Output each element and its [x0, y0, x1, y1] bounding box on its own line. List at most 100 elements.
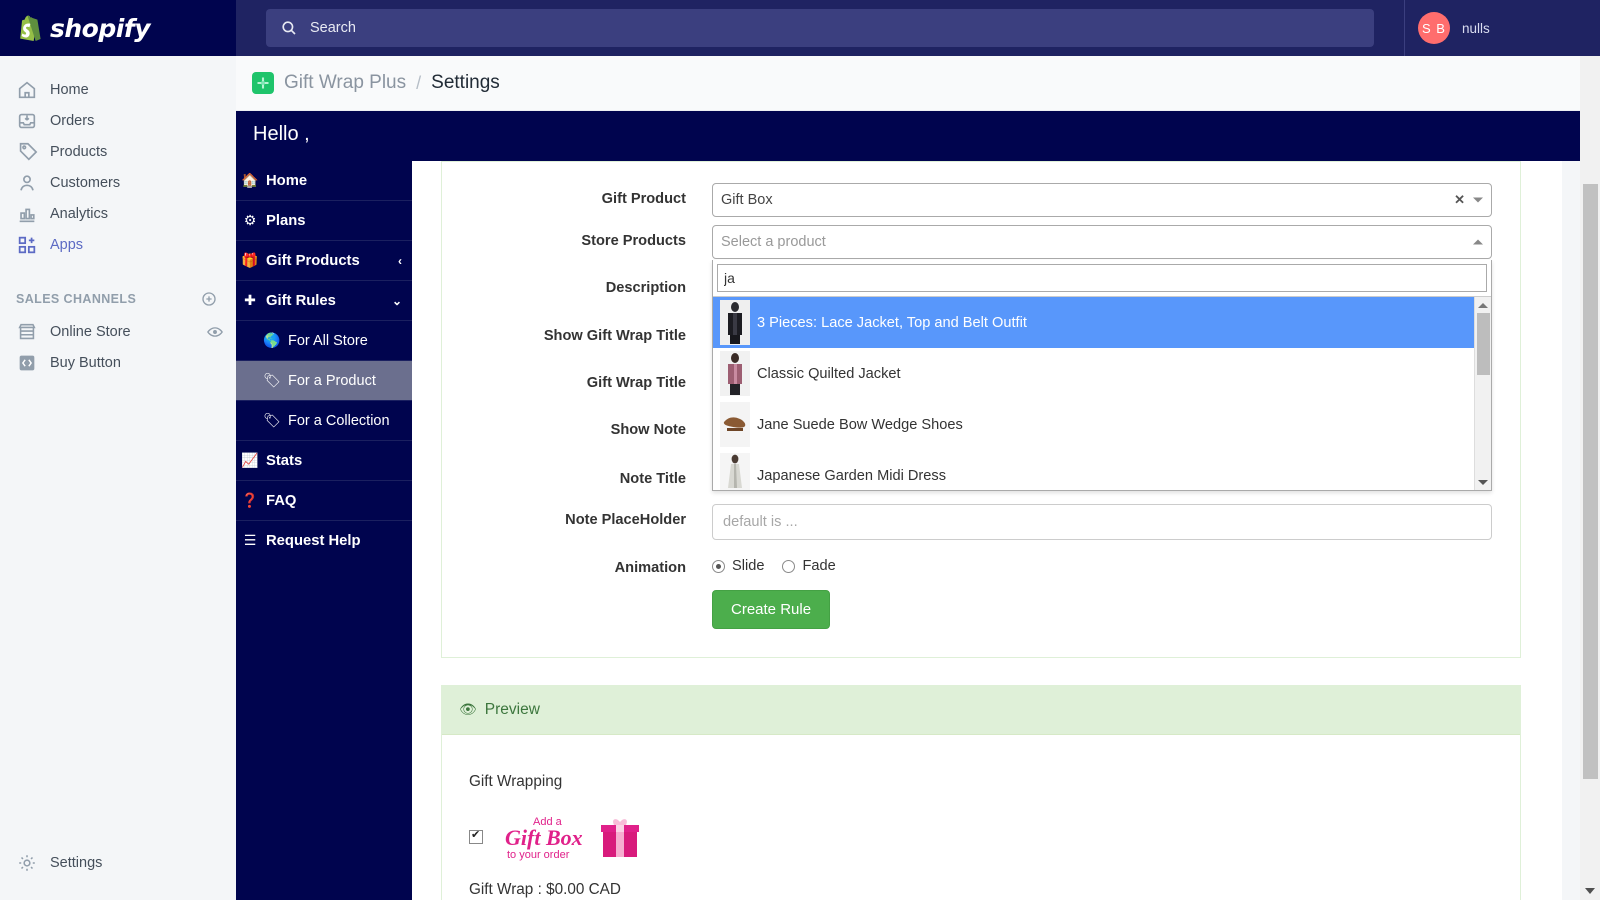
sidebar-item-label: Online Store: [50, 323, 131, 340]
topbar-divider: [1404, 0, 1405, 56]
area-chart-icon: 📈: [241, 452, 259, 469]
sidebar-item-label: Products: [50, 143, 108, 160]
gift-wrap-checkbox[interactable]: [469, 828, 483, 844]
dropdown-option[interactable]: Classic Quilted Jacket: [713, 348, 1491, 399]
sidebar-item-label: Orders: [50, 112, 95, 129]
caret-down-icon[interactable]: [1478, 480, 1488, 485]
radio-slide[interactable]: [712, 559, 725, 573]
sidebar-item-label: Analytics: [50, 205, 109, 222]
primary-nav: Home Orders Products Customers Analytics…: [0, 56, 236, 378]
code-brackets-icon: [16, 352, 38, 374]
eye-icon[interactable]: [206, 323, 224, 341]
app-nav-label: Request Help: [266, 533, 361, 549]
dropdown-option[interactable]: Jane Suede Bow Wedge Shoes: [713, 399, 1491, 450]
field-label: Show Gift Wrap Title: [543, 328, 686, 344]
chevron-down-icon[interactable]: ⌄: [392, 294, 402, 308]
x-icon[interactable]: ✕: [1454, 192, 1465, 208]
breadcrumb-app-link[interactable]: Gift Wrap Plus: [284, 72, 406, 94]
circle-plus-icon[interactable]: [200, 290, 218, 308]
app-nav-label: Plans: [266, 212, 306, 229]
animation-option-fade[interactable]: Fade: [782, 558, 836, 574]
scrollbar-thumb[interactable]: [1583, 184, 1598, 779]
home-icon: [16, 79, 38, 101]
avatar: S B: [1418, 12, 1450, 44]
app-nav-item-for-all-store[interactable]: 🌎 For All Store: [236, 321, 412, 361]
create-rule-button[interactable]: Create Rule: [712, 590, 831, 629]
apps-grid-plus-icon: [16, 234, 38, 256]
sidebar-item-settings[interactable]: Settings: [0, 852, 102, 874]
gift-icon: 🎁: [241, 252, 259, 269]
house-icon: 🏠: [241, 172, 259, 189]
app-nav-item-gift-rules[interactable]: ✚ Gift Rules ⌄: [236, 281, 412, 321]
app-nav-label: Gift Rules: [266, 292, 336, 309]
shopify-logo-bar[interactable]: shopify: [0, 0, 236, 56]
sidebar-item-buy-button[interactable]: Buy Button: [0, 347, 236, 378]
app-nav-item-plans[interactable]: ⚙ Plans: [236, 201, 412, 241]
app-nav-item-gift-products[interactable]: 🎁 Gift Products ‹: [236, 241, 412, 281]
plus-icon: ✚: [244, 292, 256, 309]
content-area: Gift Product Gift Box ✕ Store Products S…: [412, 161, 1562, 900]
gift-product-select[interactable]: Gift Box ✕: [712, 183, 1492, 217]
field-label: Animation: [614, 560, 686, 576]
store-products-select[interactable]: Select a product: [712, 225, 1492, 259]
preview-card: 👁 Preview Gift Wrapping Add a Gift Box t…: [441, 685, 1521, 900]
app-nav-item-for-a-product[interactable]: 🏷 For a Product: [236, 361, 412, 401]
search-icon: [280, 19, 298, 37]
search-input[interactable]: Search: [266, 9, 1374, 47]
product-thumb-wedge-shoes-icon: [720, 402, 750, 447]
note-placeholder-input[interactable]: [712, 504, 1492, 540]
app-sidebar: 🏠 Home ⚙ Plans 🎁 Gift Products ‹ ✚ Gift …: [236, 161, 412, 900]
caret-down-icon[interactable]: [1585, 888, 1595, 894]
dropdown-scrollbar[interactable]: [1474, 297, 1491, 490]
dropdown-option-label: Classic Quilted Jacket: [757, 365, 901, 382]
sidebar-item-label: Home: [50, 81, 89, 98]
tag-icon: 🏷: [263, 372, 281, 389]
sidebar-item-online-store[interactable]: Online Store: [0, 316, 236, 347]
field-label: Store Products: [581, 233, 686, 249]
app-nav-item-stats[interactable]: 📈 Stats: [236, 441, 412, 481]
field-gift-product: Gift Product Gift Box ✕: [442, 183, 1520, 217]
shopify-sidebar: shopify Home Orders Products Customers A…: [0, 0, 236, 900]
radio-fade[interactable]: [782, 559, 796, 573]
app-nav-item-request-help[interactable]: ☰ Request Help: [236, 521, 412, 561]
gift-box-option-row: Add a Gift Box to your order: [469, 813, 1520, 861]
app-greeting-band: Hello ,: [236, 111, 1600, 161]
field-store-products: Store Products Select a product ja 3 Pie…: [442, 225, 1520, 491]
sidebar-item-home[interactable]: Home: [0, 74, 236, 105]
sidebar-item-customers[interactable]: Customers: [0, 167, 236, 198]
chevron-left-icon[interactable]: ‹: [398, 254, 402, 268]
globe-icon: 🌎: [263, 332, 281, 349]
caret-up-icon[interactable]: [1473, 239, 1483, 245]
sidebar-settings-label: Settings: [50, 855, 103, 871]
caret-up-icon[interactable]: [1478, 303, 1488, 308]
dropdown-option[interactable]: 3 Pieces: Lace Jacket, Top and Belt Outf…: [713, 297, 1491, 348]
dropdown-option[interactable]: Japanese Garden Midi Dress: [713, 450, 1491, 490]
app-nav-item-home[interactable]: 🏠 Home: [236, 161, 412, 201]
page-scrollbar[interactable]: [1580, 56, 1600, 900]
caret-down-icon[interactable]: [1473, 197, 1483, 203]
store-products-dropdown: 3 Pieces: Lace Jacket, Top and Belt Outf…: [712, 260, 1492, 491]
app-nav-label: Gift Products: [266, 252, 360, 269]
sidebar-item-analytics[interactable]: Analytics: [0, 198, 236, 229]
account-menu[interactable]: S B nulls: [1418, 0, 1490, 56]
app-root: shopify Home Orders Products Customers A…: [0, 0, 1600, 900]
sales-channels-title: SALES CHANNELS: [16, 292, 137, 306]
form-actions: Create Rule: [442, 590, 1520, 629]
scrollbar-thumb[interactable]: [1477, 313, 1490, 375]
sidebar-item-orders[interactable]: Orders: [0, 105, 236, 136]
radio-label: Slide: [732, 558, 765, 574]
gift-product-value: Gift Box: [721, 192, 773, 208]
animation-option-slide[interactable]: Slide: [712, 558, 764, 574]
list-lines-icon: ☰: [243, 533, 257, 549]
app-greeting: Hello ,: [253, 123, 310, 145]
app-nav-label: For a Collection: [288, 412, 390, 429]
app-nav-item-faq[interactable]: ❓ FAQ: [236, 481, 412, 521]
gift-wrap-price: Gift Wrap : $0.00 CAD: [469, 881, 621, 898]
sidebar-item-apps[interactable]: Apps: [0, 229, 236, 260]
sidebar-item-products[interactable]: Products: [0, 136, 236, 167]
product-thumb-quilted-jacket-icon: [720, 351, 750, 396]
dropdown-search-input[interactable]: [717, 264, 1487, 292]
dropdown-option-label: Jane Suede Bow Wedge Shoes: [757, 416, 963, 433]
animation-radio-group: Slide Fade: [712, 552, 854, 574]
app-nav-item-for-a-collection[interactable]: 🏷 For a Collection: [236, 401, 412, 441]
